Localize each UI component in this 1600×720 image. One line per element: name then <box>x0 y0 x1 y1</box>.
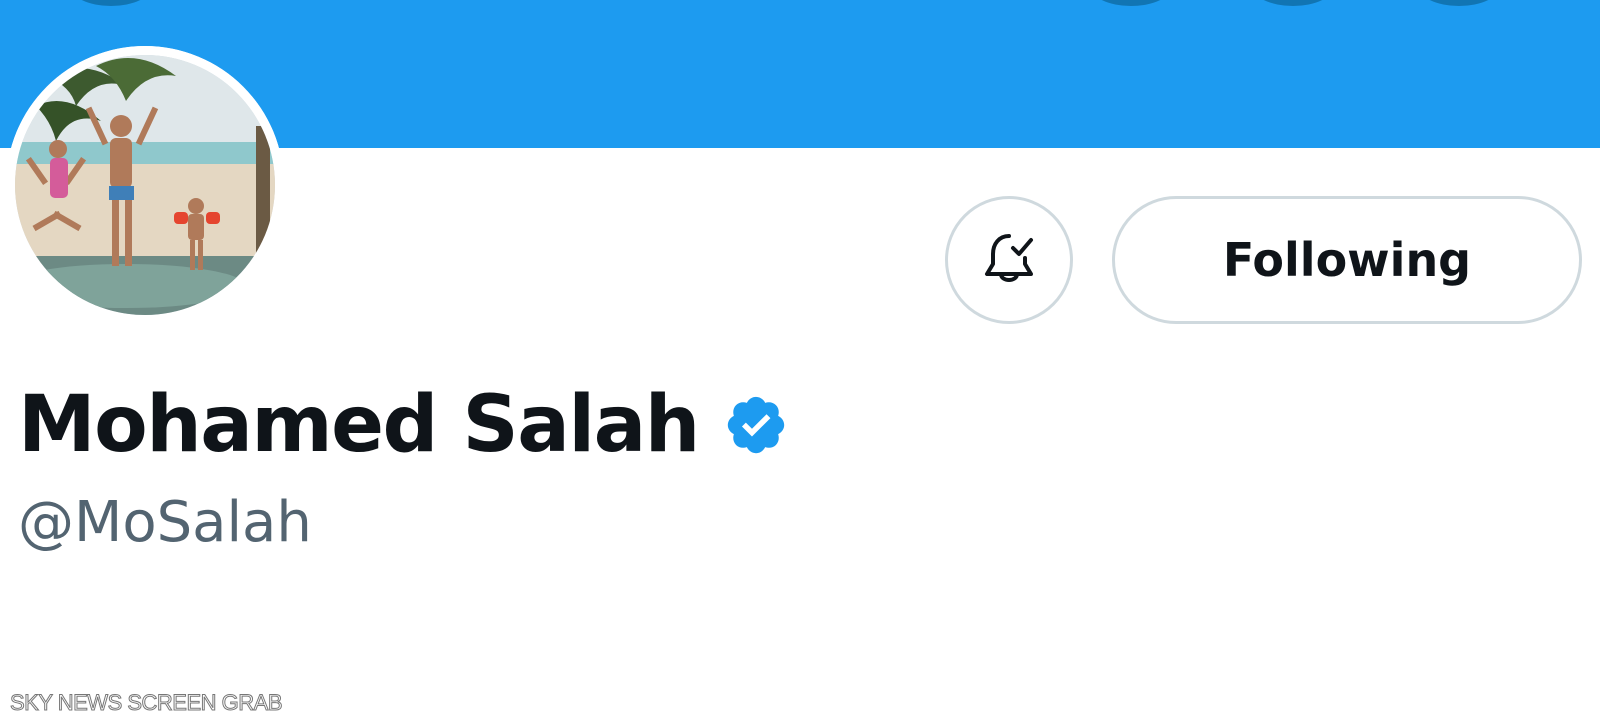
verified-badge-icon[interactable] <box>723 392 789 458</box>
following-label: Following <box>1222 233 1472 287</box>
bell-check-icon <box>979 228 1039 293</box>
profile-handle: @MoSalah <box>18 490 312 555</box>
header-icon-button[interactable] <box>70 0 152 6</box>
profile-screen: Following Mohamed Salah @MoSalah SKY NEW… <box>0 0 1600 720</box>
notifications-button[interactable] <box>945 196 1073 324</box>
profile-name-row: Mohamed Salah <box>18 380 789 470</box>
avatar-photo <box>6 46 284 324</box>
header-icon-button[interactable] <box>1418 0 1500 6</box>
avatar[interactable] <box>6 46 284 324</box>
watermark-text: SKY NEWS SCREEN GRAB <box>10 690 284 716</box>
header-icon-button[interactable] <box>1252 0 1334 6</box>
following-button[interactable]: Following <box>1112 196 1582 324</box>
header-icon-button[interactable] <box>1090 0 1172 6</box>
display-name: Mohamed Salah <box>18 380 700 470</box>
